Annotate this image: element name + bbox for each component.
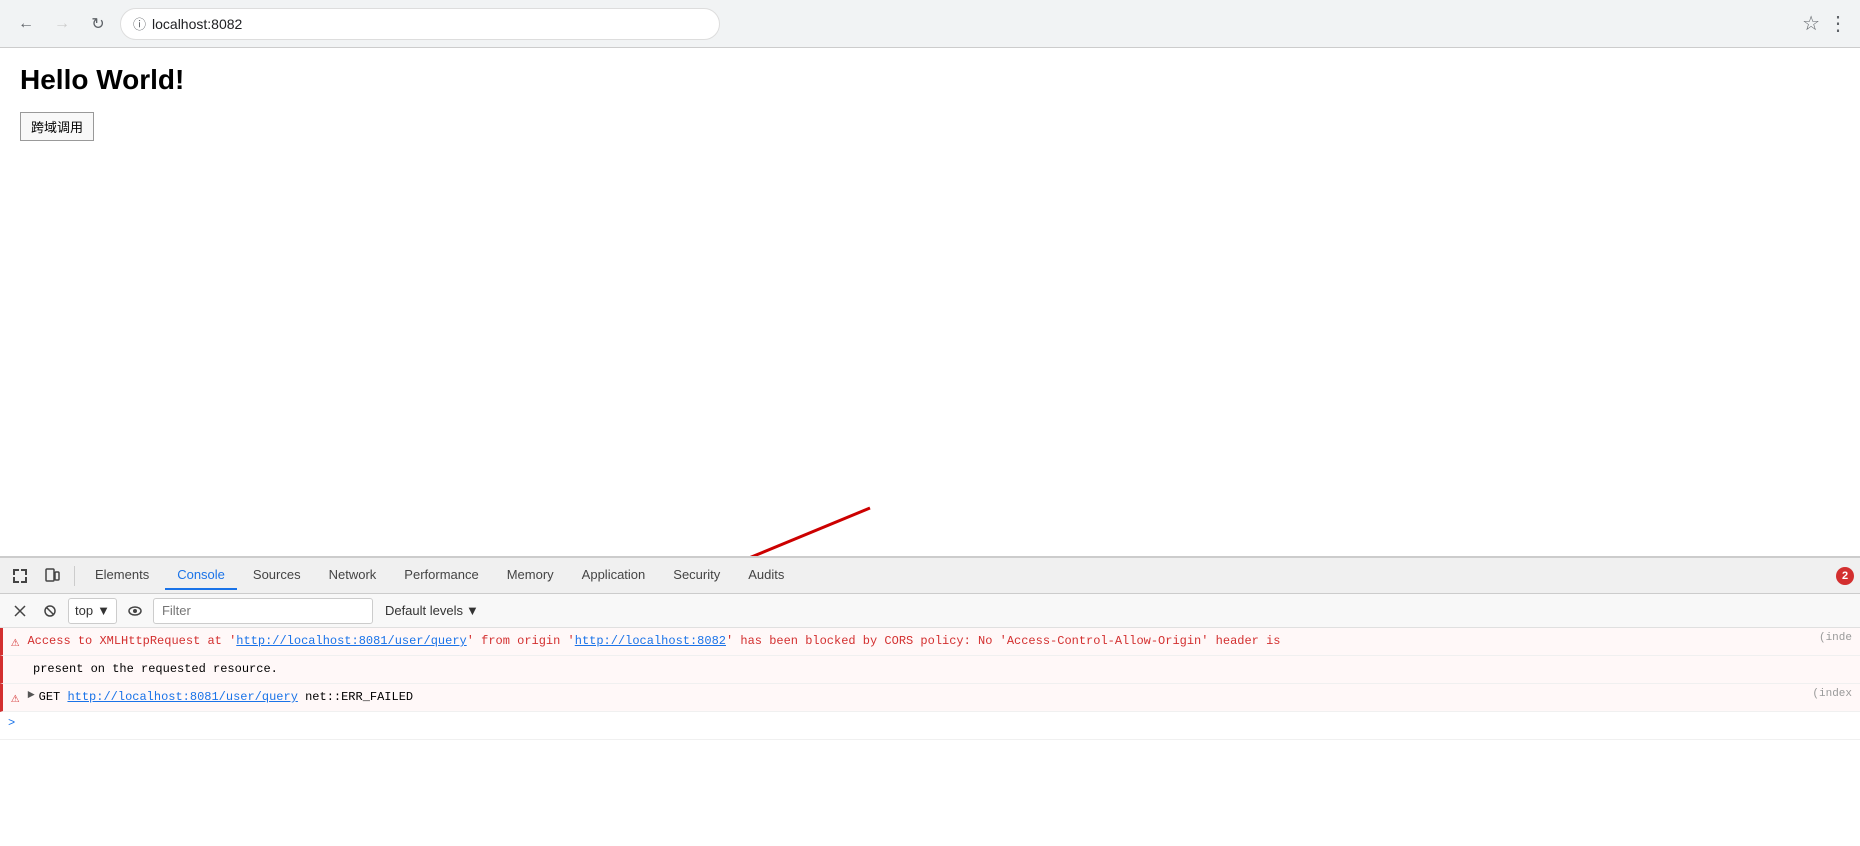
tab-console[interactable]: Console <box>165 561 237 590</box>
console-error-continuation: present on the requested resource. <box>0 656 1860 684</box>
console-filter-input[interactable] <box>153 598 373 624</box>
console-get-text: GET http://localhost:8081/user/query net… <box>39 688 1813 706</box>
console-output: ⚠ Access to XMLHttpRequest at 'http://lo… <box>0 628 1860 846</box>
tab-memory[interactable]: Memory <box>495 561 566 590</box>
tab-network[interactable]: Network <box>317 561 389 590</box>
device-toolbar-button[interactable] <box>38 562 66 590</box>
clear-console-button[interactable] <box>8 599 32 623</box>
info-icon: ⓘ <box>133 14 146 33</box>
browser-chrome: ← → ↻ ⓘ localhost:8082 ☆ ⋮ <box>0 0 1860 48</box>
levels-dropdown-icon: ▼ <box>466 603 479 618</box>
tab-audits[interactable]: Audits <box>736 561 796 590</box>
console-toolbar: top ▼ Default levels ▼ <box>0 594 1860 628</box>
tab-performance[interactable]: Performance <box>392 561 490 590</box>
error-icon-1: ⚠ <box>11 634 19 651</box>
console-error-text-2: present on the requested resource. <box>33 660 1852 678</box>
toolbar-separator <box>74 566 75 586</box>
forward-button[interactable]: → <box>48 10 76 38</box>
page-content: Hello World! 跨域调用 <box>0 48 1860 556</box>
tab-sources[interactable]: Sources <box>241 561 313 590</box>
eye-button[interactable] <box>123 599 147 623</box>
console-prompt-row: > <box>0 712 1860 740</box>
error-icon-2: ⚠ <box>11 690 19 707</box>
cross-domain-button[interactable]: 跨域调用 <box>20 112 94 141</box>
console-error-row-1: ⚠ Access to XMLHttpRequest at 'http://lo… <box>0 628 1860 656</box>
error-link-1[interactable]: http://localhost:8081/user/query <box>236 634 466 648</box>
prompt-input-area[interactable] <box>23 716 1852 732</box>
inspect-element-button[interactable] <box>6 562 34 590</box>
back-button[interactable]: ← <box>12 10 40 38</box>
refresh-button[interactable]: ↻ <box>84 10 112 38</box>
console-error-text-1: Access to XMLHttpRequest at 'http://loca… <box>27 632 1819 650</box>
get-url-link[interactable]: http://localhost:8081/user/query <box>67 690 297 704</box>
menu-button[interactable]: ⋮ <box>1828 11 1848 36</box>
default-levels-label: Default levels <box>385 603 463 618</box>
default-levels-dropdown[interactable]: Default levels ▼ <box>379 601 485 620</box>
devtools-tabs-bar: Elements Console Sources Network Perform… <box>0 558 1860 594</box>
block-icon-button[interactable] <box>38 599 62 623</box>
error-link-2[interactable]: http://localhost:8082 <box>575 634 726 648</box>
error-count-badge: 2 <box>1836 567 1854 585</box>
url-text: localhost:8082 <box>152 16 242 32</box>
context-value: top <box>75 603 93 618</box>
error-badge-container: 2 <box>1836 567 1854 585</box>
console-error-get-row: ⚠ ► GET http://localhost:8081/user/query… <box>0 684 1860 712</box>
context-select[interactable]: top ▼ <box>68 598 117 624</box>
get-source: (index <box>1812 688 1852 700</box>
page-title: Hello World! <box>20 64 1840 96</box>
context-dropdown-icon: ▼ <box>97 603 110 618</box>
tab-application[interactable]: Application <box>570 561 658 590</box>
error-source-1: (inde <box>1819 632 1852 644</box>
prompt-caret: > <box>8 716 15 730</box>
collapse-arrow[interactable]: ► <box>27 688 34 702</box>
address-bar[interactable]: ⓘ localhost:8082 <box>120 8 720 40</box>
devtools-panel: Elements Console Sources Network Perform… <box>0 556 1860 846</box>
bookmark-button[interactable]: ☆ <box>1802 11 1820 36</box>
tab-elements[interactable]: Elements <box>83 561 161 590</box>
tab-security[interactable]: Security <box>661 561 732 590</box>
